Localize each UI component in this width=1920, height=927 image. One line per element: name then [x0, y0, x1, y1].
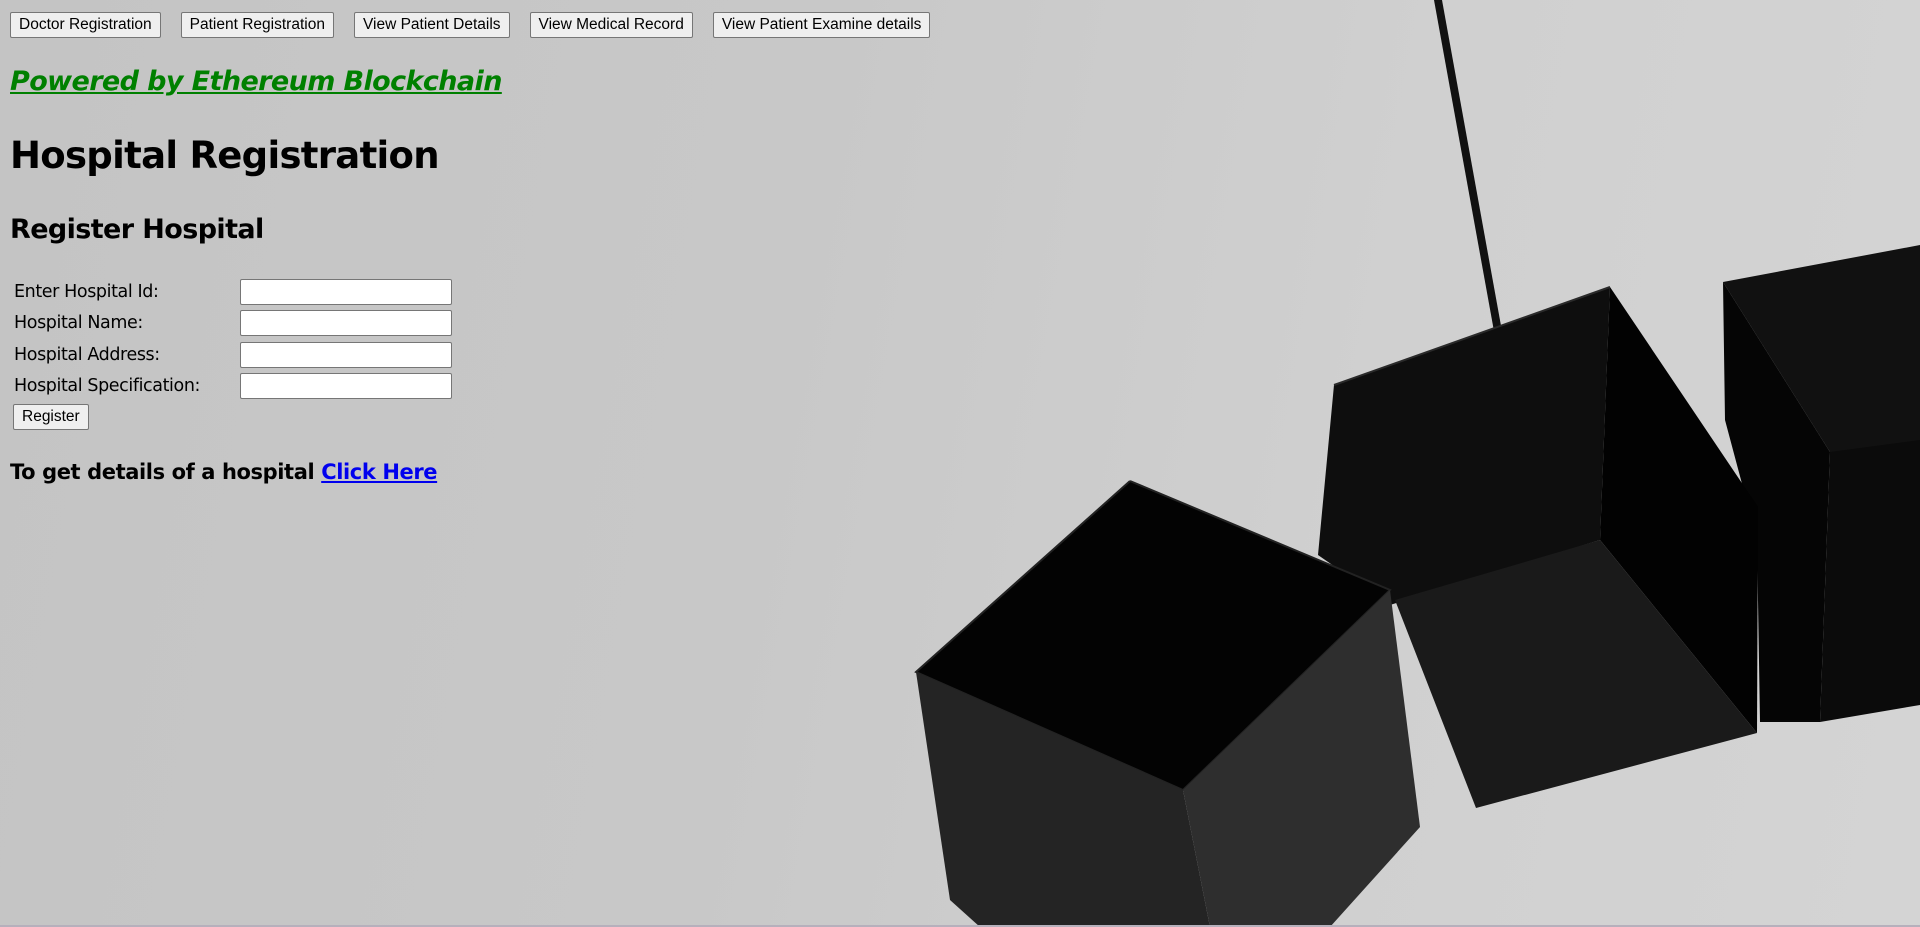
view-medical-record-button[interactable]: View Medical Record	[529, 12, 693, 38]
hospital-specification-label: Hospital Specification:	[14, 376, 201, 397]
view-patient-details-button[interactable]: View Patient Details	[353, 12, 510, 38]
hospital-id-input[interactable]	[240, 278, 452, 305]
hospital-id-label: Enter Hospital Id:	[14, 281, 159, 302]
cube-right-front	[1820, 440, 1920, 722]
hospital-name-input[interactable]	[240, 310, 452, 337]
doctor-registration-button[interactable]: Doctor Registration	[10, 12, 161, 38]
hospital-name-label: Hospital Name:	[14, 313, 143, 334]
hospital-specification-input[interactable]	[240, 373, 452, 400]
form-row-hospital-address: Hospital Address:	[14, 339, 452, 371]
click-here-link[interactable]: Click Here	[321, 460, 437, 484]
hospital-details-text: To get details of a hospital	[10, 460, 315, 484]
register-button[interactable]: Register	[13, 404, 89, 430]
hospital-address-label: Hospital Address:	[14, 344, 160, 365]
form-row-hospital-name: Hospital Name:	[14, 308, 452, 340]
hospital-address-input[interactable]	[240, 341, 452, 368]
powered-by-tagline: Powered by Ethereum Blockchain	[10, 66, 502, 97]
page-title: Hospital Registration	[10, 134, 440, 177]
register-hospital-form: Enter Hospital Id: Hospital Name: Hospit…	[14, 276, 452, 402]
patient-registration-button[interactable]: Patient Registration	[180, 12, 334, 38]
form-row-hospital-id: Enter Hospital Id:	[14, 276, 452, 308]
view-patient-examine-details-button[interactable]: View Patient Examine details	[712, 12, 931, 38]
top-nav: Doctor Registration Patient Registration…	[10, 12, 950, 38]
form-row-hospital-specification: Hospital Specification:	[14, 371, 452, 403]
hospital-details-prompt: To get details of a hospital Click Here	[10, 460, 438, 484]
section-title: Register Hospital	[10, 214, 264, 245]
